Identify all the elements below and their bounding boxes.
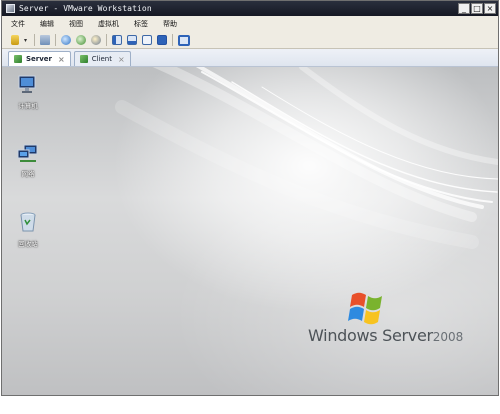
tab-server[interactable]: Server ×	[8, 51, 71, 66]
menu-view[interactable]: 视图	[69, 19, 83, 29]
vmware-app-icon	[6, 4, 15, 13]
toolbar-separator	[106, 34, 107, 46]
unity-icon[interactable]	[157, 35, 167, 45]
menu-edit[interactable]: 编辑	[40, 19, 54, 29]
window-title: Server - VMware Workstation	[19, 4, 152, 13]
snapshot-manager-icon[interactable]	[91, 35, 101, 45]
tab-label: Server	[26, 55, 53, 63]
windows-flag-icon	[348, 292, 382, 325]
computer-icon	[18, 75, 36, 93]
desktop-icon-recycle-bin[interactable]: 回收站	[8, 211, 48, 248]
recycle-bin-icon	[20, 212, 36, 232]
power-dropdown-icon[interactable]: ▾	[24, 37, 29, 43]
minimize-button[interactable]: _	[458, 3, 470, 14]
desktop-icon-label: 回收站	[18, 240, 38, 248]
take-snapshot-icon[interactable]	[61, 35, 71, 45]
vm-icon	[14, 55, 22, 63]
vm-tab-strip: Server × Client ×	[2, 49, 498, 67]
toolbar-separator	[34, 34, 35, 46]
desktop-icon-label: 网络	[21, 170, 35, 178]
network-adapter-icon[interactable]	[40, 35, 50, 45]
title-bar[interactable]: Server - VMware Workstation _ □ ×	[2, 1, 498, 16]
desktop-icon-computer[interactable]: 计算机	[8, 75, 48, 110]
tab-client[interactable]: Client ×	[73, 51, 131, 66]
close-tab-icon[interactable]: ×	[58, 55, 65, 64]
full-screen-icon[interactable]	[142, 35, 152, 45]
toolbar-separator	[55, 34, 56, 46]
maximize-button[interactable]: □	[471, 3, 483, 14]
vm-icon	[79, 55, 88, 63]
close-tab-icon[interactable]: ×	[118, 55, 125, 64]
toolbar: ▾	[2, 32, 498, 49]
show-sidebar-icon[interactable]	[112, 35, 122, 45]
brand-version: 2008	[432, 330, 464, 344]
revert-snapshot-icon[interactable]	[76, 35, 86, 45]
desktop-icon-network[interactable]: 网络	[8, 143, 48, 178]
toolbar-separator	[172, 34, 173, 46]
vmware-window: Server - VMware Workstation _ □ × 文件 编辑 …	[1, 0, 499, 396]
desktop-icon-label: 计算机	[18, 102, 38, 110]
tab-label: Client	[91, 55, 112, 63]
menu-vm[interactable]: 虚拟机	[98, 19, 119, 29]
console-view-icon[interactable]	[178, 34, 190, 46]
menu-bar: 文件 编辑 视图 虚拟机 标签 帮助	[2, 16, 498, 32]
brand-name: Windows Server	[308, 326, 433, 345]
menu-tabs[interactable]: 标签	[134, 19, 148, 29]
close-button[interactable]: ×	[484, 3, 496, 14]
show-thumbnail-bar-icon[interactable]	[127, 35, 137, 45]
power-icon[interactable]	[11, 35, 19, 45]
network-icon	[17, 144, 38, 162]
menu-help[interactable]: 帮助	[163, 19, 177, 29]
windows-server-wordmark: Windows Server2008	[308, 326, 463, 345]
guest-desktop[interactable]: 计算机 网络 回收站 Windows Server2008	[2, 67, 498, 395]
windows-server-logo: Windows Server2008	[308, 289, 488, 349]
window-controls: _ □ ×	[458, 3, 496, 14]
menu-file[interactable]: 文件	[11, 19, 25, 29]
